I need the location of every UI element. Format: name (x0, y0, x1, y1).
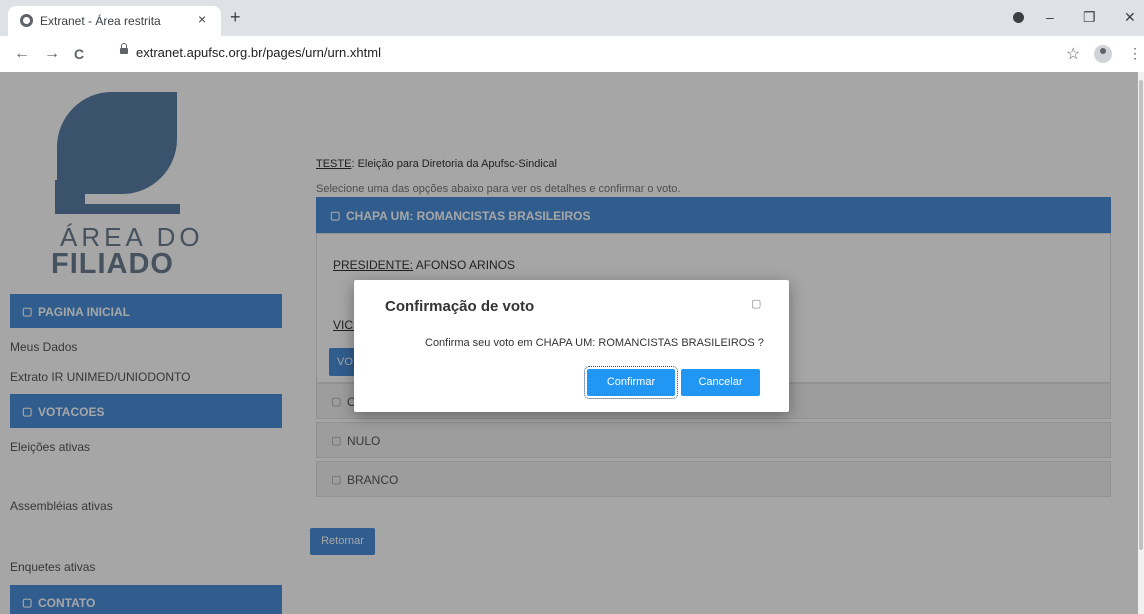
tab-bar: Extranet - Área restrita × + – ❐ ✕ (0, 0, 1144, 36)
confirm-button[interactable]: Confirmar (584, 366, 678, 399)
new-tab-button[interactable]: + (230, 8, 241, 26)
dialog-title: Confirmação de voto (385, 298, 535, 315)
browser-menu-icon[interactable]: ⋮ (1128, 45, 1142, 62)
extension-icon[interactable] (1013, 12, 1024, 23)
bookmark-star-icon[interactable]: ☆ (1066, 44, 1080, 64)
back-button[interactable]: ← (14, 45, 30, 63)
profile-avatar-icon[interactable] (1094, 45, 1112, 63)
tab-title: Extranet - Área restrita (40, 14, 161, 28)
window-close-button[interactable]: ✕ (1124, 9, 1136, 26)
scrollbar-thumb[interactable] (1139, 80, 1143, 550)
dialog-close-icon[interactable]: ▢ (751, 297, 761, 310)
reload-button[interactable]: C (74, 46, 84, 62)
lock-icon (120, 43, 128, 54)
browser-tab[interactable]: Extranet - Área restrita × (8, 6, 221, 36)
vote-confirmation-dialog: Confirmação de voto ▢ Confirma seu voto … (354, 280, 789, 412)
restore-button[interactable]: ❐ (1083, 9, 1096, 26)
address-bar[interactable]: extranet.apufsc.org.br/pages/urn/urn.xht… (136, 45, 381, 60)
globe-icon (20, 14, 33, 27)
address-toolbar: ← → C extranet.apufsc.org.br/pages/urn/u… (0, 36, 1144, 73)
minimize-button[interactable]: – (1046, 9, 1054, 25)
forward-button[interactable]: → (44, 45, 60, 63)
tab-close-button[interactable]: × (198, 11, 206, 27)
cancel-button[interactable]: Cancelar (681, 369, 760, 396)
dialog-message: Confirma seu voto em CHAPA UM: ROMANCIST… (425, 337, 764, 349)
